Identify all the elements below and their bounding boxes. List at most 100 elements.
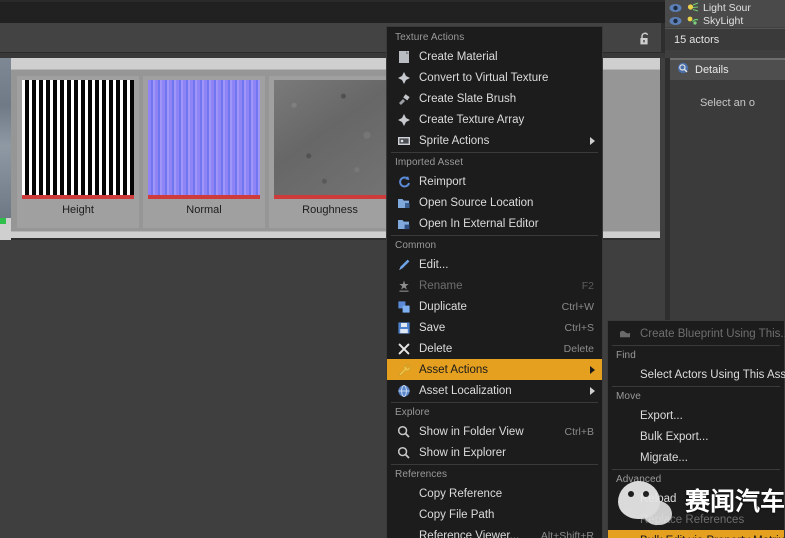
eye-icon[interactable]: [669, 16, 682, 26]
editor-top-edge: [0, 0, 665, 2]
save-floppy-icon: [396, 320, 412, 336]
reimport-icon: [396, 174, 412, 190]
menu-item-asset-actions[interactable]: Asset Actions: [387, 359, 602, 380]
outliner-row-label: SkyLight: [703, 15, 743, 27]
menu-item-copy-reference[interactable]: Copy Reference: [387, 483, 602, 504]
menu-item-label: Edit...: [419, 259, 448, 271]
menu-item-open-source-location[interactable]: Open Source Location: [387, 192, 602, 213]
asset-tile-height[interactable]: Height: [17, 76, 139, 228]
lock-icon[interactable]: [636, 30, 654, 48]
globe-icon: [396, 383, 412, 399]
menu-item-shortcut: Delete: [564, 343, 594, 355]
menu-item-label: Open In External Editor: [419, 218, 539, 230]
asset-tile-roughness[interactable]: Roughness: [269, 76, 391, 228]
menu-separator: [391, 152, 598, 153]
menu-item-label: Reimport: [419, 176, 466, 188]
eye-icon[interactable]: [669, 3, 682, 13]
left-panel-strip: [0, 58, 11, 240]
asset-type-bar: [148, 195, 260, 199]
menu-separator: [612, 386, 780, 387]
menu-item-asset-localization[interactable]: Asset Localization: [387, 380, 602, 401]
menu-item-duplicate[interactable]: Duplicate Ctrl+W: [387, 296, 602, 317]
magnifier-icon: [396, 424, 412, 440]
menu-item-create-texture-array[interactable]: Create Texture Array: [387, 109, 602, 130]
menu-item-select-actors-using-this-asset[interactable]: Select Actors Using This Asset: [608, 364, 784, 385]
menu-item-edit[interactable]: Edit...: [387, 254, 602, 275]
menu-item-create-material[interactable]: Create Material: [387, 46, 602, 67]
skylight-icon: [686, 15, 699, 26]
menu-item-label: Show in Explorer: [419, 447, 506, 459]
menu-item-label: Export...: [640, 410, 683, 422]
menu-item-bulk-export[interactable]: Bulk Export...: [608, 426, 784, 447]
menu-item-label: Create Texture Array: [419, 114, 524, 126]
menu-item-convert-to-virtual-texture[interactable]: Convert to Virtual Texture: [387, 67, 602, 88]
menu-item-label: Migrate...: [640, 452, 688, 464]
chevron-right-icon: [590, 366, 595, 374]
folder-open-icon: [396, 195, 412, 211]
menu-item-show-in-explorer[interactable]: Show in Explorer: [387, 442, 602, 463]
menu-separator: [391, 235, 598, 236]
menu-separator: [391, 464, 598, 465]
menu-item-reload[interactable]: Reload: [608, 488, 784, 509]
external-editor-icon: [396, 216, 412, 232]
menu-item-shortcut: F2: [582, 280, 594, 292]
menu-section-header: Common: [387, 237, 602, 254]
tab-label: Details: [695, 64, 729, 76]
menu-section-header: Move: [608, 388, 784, 405]
outliner-row-skylight[interactable]: SkyLight: [665, 14, 785, 27]
edit-pencil-icon: [396, 257, 412, 273]
virtual-texture-icon: [396, 70, 412, 86]
details-magnifier-icon: [677, 62, 690, 78]
menu-item-label: Asset Actions: [419, 364, 488, 376]
wrench-icon: [396, 362, 412, 378]
delete-x-icon: [396, 341, 412, 357]
menu-item-label: Show in Folder View: [419, 426, 524, 438]
menu-item-sprite-actions[interactable]: Sprite Actions: [387, 130, 602, 151]
menu-item-reference-viewer[interactable]: Reference Viewer...Alt+Shift+R: [387, 525, 602, 538]
menu-item-label: Select Actors Using This Asset: [640, 369, 785, 381]
menu-item-copy-file-path[interactable]: Copy File Path: [387, 504, 602, 525]
tab-details[interactable]: Details: [670, 58, 785, 80]
menu-item-open-in-external-editor[interactable]: Open In External Editor: [387, 213, 602, 234]
sprite-icon: [396, 133, 412, 149]
menu-item-delete[interactable]: DeleteDelete: [387, 338, 602, 359]
menu-separator: [612, 345, 780, 346]
menu-item-export[interactable]: Export...: [608, 405, 784, 426]
menu-section-header: Find: [608, 347, 784, 364]
outliner-row-light-source[interactable]: Light Sour: [665, 1, 785, 14]
menu-item-reimport[interactable]: Reimport: [387, 171, 602, 192]
menu-item-label: Sprite Actions: [419, 135, 489, 147]
menu-item-label: Duplicate: [419, 301, 467, 313]
menu-item-show-in-folder-view[interactable]: Show in Folder View Ctrl+B: [387, 421, 602, 442]
editor-top-band: [0, 0, 665, 23]
asset-thumbnail-roughness: [274, 80, 386, 195]
duplicate-icon: [396, 299, 412, 315]
asset-context-menu[interactable]: Texture ActionsCreate MaterialConvert to…: [386, 26, 603, 538]
menu-item-label: Create Blueprint Using This...: [640, 328, 785, 340]
asset-thumbnail-height: [22, 80, 134, 195]
blueprint-icon: [617, 326, 633, 342]
menu-item-label: Reference Viewer...: [419, 530, 519, 538]
menu-item-shortcut: Ctrl+B: [565, 426, 594, 438]
menu-item-label: Create Slate Brush: [419, 93, 516, 105]
menu-item-label: Bulk Edit via Property Matrix...: [640, 535, 785, 538]
menu-item-label: Save: [419, 322, 445, 334]
menu-item-shortcut: Ctrl+W: [562, 301, 594, 313]
asset-tile-normal[interactable]: Normal: [143, 76, 265, 228]
asset-label: Normal: [143, 204, 265, 216]
menu-item-create-slate-brush[interactable]: Create Slate Brush: [387, 88, 602, 109]
menu-item-migrate[interactable]: Migrate...: [608, 447, 784, 468]
asset-label: Roughness: [269, 204, 391, 216]
menu-item-label: Copy File Path: [419, 509, 494, 521]
menu-item-shortcut: Ctrl+S: [565, 322, 594, 334]
menu-separator: [391, 402, 598, 403]
menu-item-bulk-edit-via-property-matrix[interactable]: Bulk Edit via Property Matrix...: [608, 530, 784, 538]
menu-item-label: Bulk Export...: [640, 431, 708, 443]
slate-brush-icon: [396, 91, 412, 107]
asset-actions-submenu[interactable]: Create Blueprint Using This... Find Select…: [607, 320, 785, 538]
menu-item-replace-references: Replace References: [608, 509, 784, 530]
menu-item-label: Copy Reference: [419, 488, 502, 500]
material-document-icon: [396, 49, 412, 65]
menu-item-save[interactable]: Save Ctrl+S: [387, 317, 602, 338]
light-source-icon: [686, 2, 699, 13]
